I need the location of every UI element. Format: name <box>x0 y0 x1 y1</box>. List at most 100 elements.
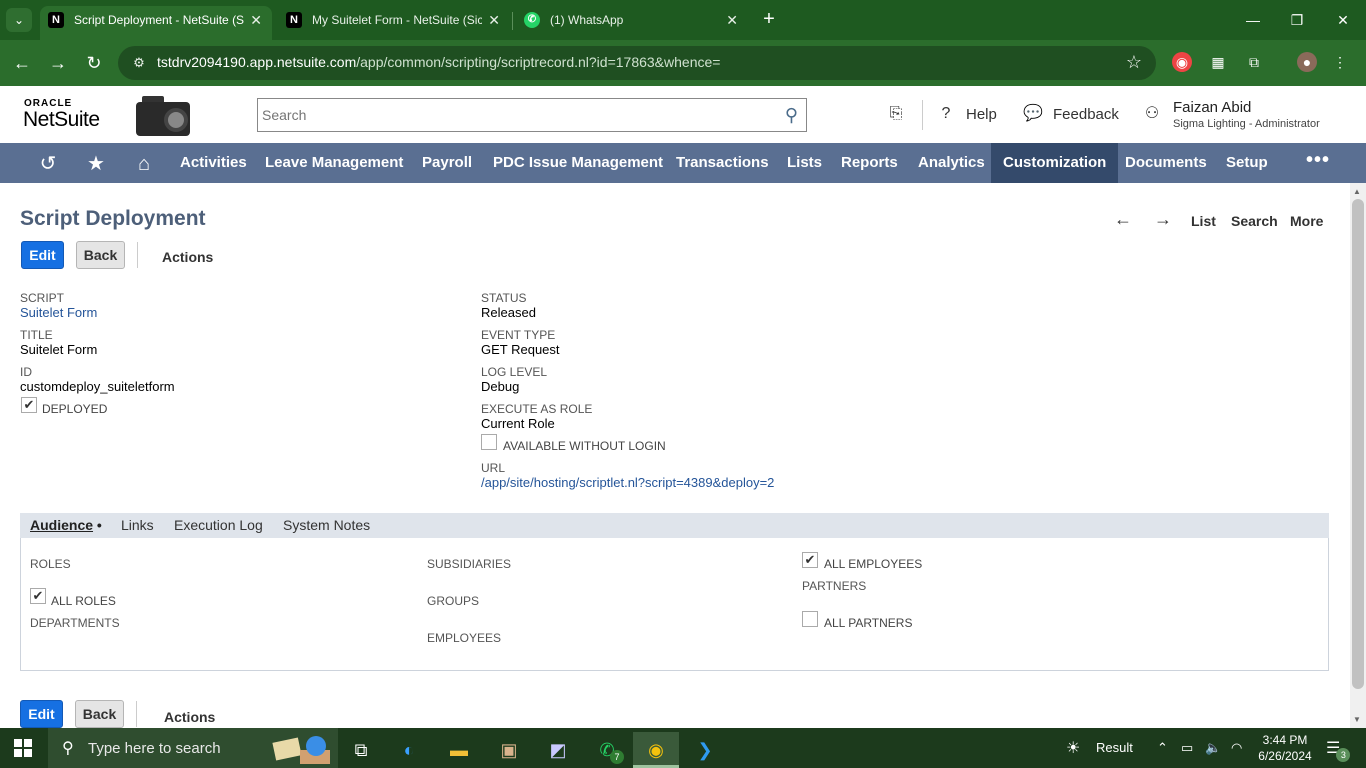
file-explorer-icon[interactable]: ▬ <box>436 732 482 768</box>
deployed-label: Deployed <box>42 402 108 416</box>
wifi-icon[interactable]: ◠ <box>1231 740 1242 756</box>
back-arrow-icon[interactable]: ← <box>10 51 34 75</box>
url-label: URL <box>481 461 506 475</box>
bookmark-star-icon[interactable]: ☆ <box>1126 52 1142 73</box>
battery-icon[interactable]: ▭ <box>1181 740 1193 756</box>
feedback-link[interactable]: Feedback <box>1053 106 1119 123</box>
back-button[interactable]: Back <box>76 241 125 269</box>
whatsapp-taskbar-icon[interactable]: ✆ 7 <box>584 732 630 768</box>
list-link[interactable]: List <box>1191 213 1216 229</box>
nav-setup[interactable]: Setup <box>1226 143 1268 183</box>
scroll-up-icon[interactable]: ▲ <box>1353 187 1361 196</box>
favorites-star-icon[interactable]: ★ <box>84 152 108 176</box>
search-icon[interactable]: ⚲ <box>785 105 798 126</box>
role-switch-icon[interactable]: ⚇ <box>1142 104 1162 124</box>
tab-links[interactable]: Links <box>121 517 154 533</box>
profile-avatar-icon[interactable]: ● <box>1297 52 1317 72</box>
global-search-input[interactable] <box>262 105 772 125</box>
nav-customization[interactable]: Customization <box>991 143 1119 183</box>
close-tab-icon[interactable]: ✕ <box>488 6 500 34</box>
more-link[interactable]: More <box>1290 213 1323 229</box>
taskbar-search-box[interactable]: ⚲ Type here to search <box>48 728 338 768</box>
nav-more-icon[interactable]: ••• <box>1306 149 1330 172</box>
tab-title: (1) WhatsApp <box>550 13 624 27</box>
vscode-icon[interactable]: ❯ <box>682 732 728 768</box>
tab-audience[interactable]: Audience • <box>30 517 102 533</box>
all-roles-label: All Roles <box>51 594 116 608</box>
url-text[interactable]: tstdrv2094190.app.netsuite.com/app/commo… <box>157 54 720 70</box>
tab-whatsapp[interactable]: ✆ (1) WhatsApp ✕ <box>516 6 748 40</box>
tab-search-dropdown-icon[interactable]: ⌄ <box>6 8 32 32</box>
tab-script-deployment[interactable]: N Script Deployment - NetSuite (S ✕ <box>40 6 272 40</box>
nav-lists[interactable]: Lists <box>787 143 822 183</box>
site-info-icon[interactable]: ⚙ <box>130 54 148 72</box>
page-scrollbar[interactable]: ▲ ▼ <box>1350 183 1366 728</box>
recent-records-icon[interactable]: ⎘ <box>886 104 906 124</box>
nav-documents[interactable]: Documents <box>1125 143 1207 183</box>
nav-pdc-issue-management[interactable]: PDC Issue Management <box>493 143 663 183</box>
clock[interactable]: 3:44 PM 6/26/2024 <box>1253 732 1317 764</box>
previous-record-arrow-icon[interactable]: ← <box>1114 209 1132 230</box>
browser-menu-icon[interactable]: ⋮ <box>1330 52 1350 72</box>
subsidiaries-label: Subsidiaries <box>427 557 512 571</box>
scrollbar-thumb[interactable] <box>1352 199 1364 689</box>
weather-icon[interactable]: ☀ <box>1066 738 1080 758</box>
subtab-bar: Audience • Links Execution Log System No… <box>20 513 1329 538</box>
extension-icon[interactable]: ▦ <box>1208 52 1228 72</box>
scroll-down-icon[interactable]: ▼ <box>1353 715 1361 724</box>
next-record-arrow-icon[interactable]: → <box>1154 209 1172 230</box>
close-tab-icon[interactable]: ✕ <box>726 6 738 34</box>
edit-button-bottom[interactable]: Edit <box>20 700 63 728</box>
puzzle-extensions-icon[interactable]: ⧉ <box>1244 52 1264 72</box>
recent-history-icon[interactable]: ↺ <box>36 152 60 176</box>
edge-browser-icon[interactable]: ◐ <box>386 732 432 768</box>
url-link[interactable]: /app/site/hosting/scriptlet.nl?script=43… <box>481 475 774 490</box>
windows-start-icon[interactable] <box>14 739 32 757</box>
help-icon[interactable]: ? <box>936 104 956 124</box>
user-name[interactable]: Faizan Abid <box>1173 99 1251 116</box>
nav-payroll[interactable]: Payroll <box>422 143 472 183</box>
color-extension-icon[interactable]: ◉ <box>1172 52 1192 72</box>
actions-menu[interactable]: Actions <box>162 249 213 265</box>
forward-arrow-icon[interactable]: → <box>46 51 70 75</box>
notification-center-icon[interactable]: ☰ 3 <box>1326 738 1351 762</box>
nav-reports[interactable]: Reports <box>841 143 898 183</box>
chrome-browser-icon[interactable]: ◉ <box>633 732 679 768</box>
user-role[interactable]: Sigma Lighting - Administrator <box>1173 118 1320 130</box>
tab-system-notes[interactable]: System Notes <box>283 517 370 533</box>
nav-activities[interactable]: Activities <box>180 143 247 183</box>
address-bar[interactable]: ⚙ tstdrv2094190.app.netsuite.com/app/com… <box>118 46 1156 80</box>
new-tab-button[interactable]: + <box>758 8 780 32</box>
main-navigation: ↺ ★ ⌂ Activities Leave Management Payrol… <box>0 143 1366 183</box>
script-link[interactable]: Suitelet Form <box>20 305 97 320</box>
app-icon[interactable]: ▣ <box>486 732 532 768</box>
back-button-bottom[interactable]: Back <box>75 700 124 728</box>
minimize-button[interactable]: — <box>1230 8 1276 32</box>
log-level-label: Log Level <box>481 365 548 379</box>
netsuite-logo[interactable]: NetSuite <box>23 108 100 132</box>
tab-execution-log[interactable]: Execution Log <box>174 517 263 533</box>
nav-analytics[interactable]: Analytics <box>918 143 985 183</box>
home-icon[interactable]: ⌂ <box>132 152 156 176</box>
app-icon[interactable]: ◩ <box>535 732 581 768</box>
nav-leave-management[interactable]: Leave Management <box>265 143 403 183</box>
restore-button[interactable]: ❐ <box>1274 8 1320 32</box>
reload-icon[interactable]: ↻ <box>82 51 106 75</box>
search-link[interactable]: Search <box>1231 213 1278 229</box>
task-view-icon[interactable]: ⧉ <box>338 732 384 768</box>
volume-icon[interactable]: 🔈 <box>1205 740 1221 756</box>
weather-label[interactable]: Result <box>1096 740 1133 755</box>
edit-button[interactable]: Edit <box>21 241 64 269</box>
help-link[interactable]: Help <box>966 106 997 123</box>
event-type-label: Event Type <box>481 328 556 342</box>
all-employees-checkbox: ✔ <box>802 552 818 568</box>
tray-chevron-up-icon[interactable]: ⌃ <box>1157 740 1168 756</box>
close-tab-icon[interactable]: ✕ <box>250 6 262 34</box>
nav-transactions[interactable]: Transactions <box>676 143 769 183</box>
actions-menu-bottom[interactable]: Actions <box>164 709 215 725</box>
feedback-icon[interactable]: 💬 <box>1023 104 1043 124</box>
whatsapp-icon: ✆ <box>524 12 540 28</box>
close-window-button[interactable]: ✕ <box>1320 8 1366 32</box>
tab-my-suitelet-form[interactable]: N My Suitelet Form - NetSuite (Sic ✕ <box>278 6 510 40</box>
global-search-box[interactable]: ⚲ <box>257 98 807 132</box>
